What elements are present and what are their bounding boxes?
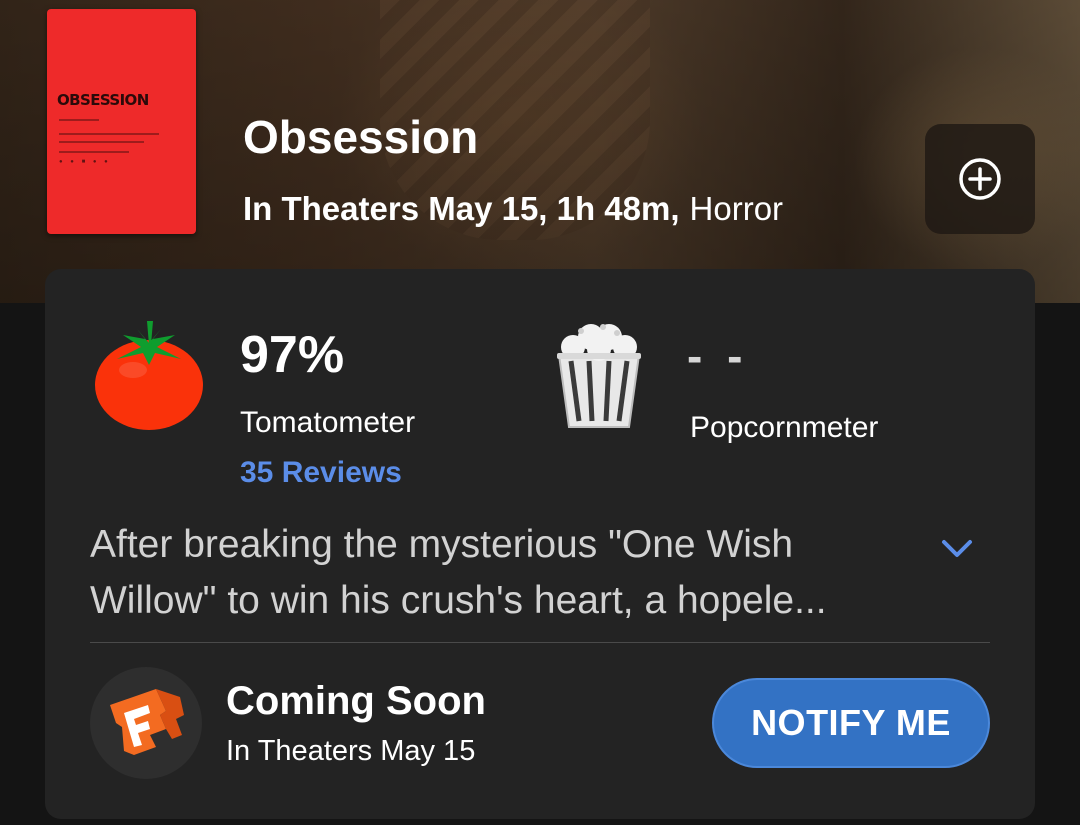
synopsis-text[interactable]: After breaking the mysterious "One Wish … — [90, 517, 900, 629]
notify-me-button[interactable]: NOTIFY ME — [712, 678, 990, 768]
fandango-icon — [110, 689, 184, 755]
score-card: 97% Tomatometer 35 Reviews - - Popcornme… — [45, 269, 1035, 819]
expand-synopsis-button[interactable] — [935, 531, 979, 565]
coming-soon-title: Coming Soon — [226, 679, 486, 723]
chevron-down-icon — [942, 540, 972, 557]
reviews-link[interactable]: 35 Reviews — [240, 456, 402, 490]
divider — [90, 642, 990, 643]
release-info: In Theaters May 15, 1h 48m, — [243, 190, 680, 227]
theater-date: In Theaters May 15 — [226, 735, 476, 767]
add-to-watchlist-button[interactable] — [925, 124, 1035, 234]
popcorn-icon — [557, 324, 641, 428]
tomatometer-score: 97% — [240, 326, 345, 384]
synopsis-line: After breaking the mysterious "One Wish — [90, 523, 794, 566]
tomato-icon — [95, 321, 203, 430]
fandango-logo — [90, 667, 202, 779]
synopsis-line: Willow" to win his crush's heart, a hope… — [90, 579, 827, 622]
movie-poster[interactable]: OBSESSION ● ● ■ ● ● — [47, 9, 196, 234]
movie-title: Obsession — [243, 111, 479, 163]
plus-circle-icon — [959, 158, 1001, 200]
poster-title: OBSESSION — [57, 91, 149, 109]
popcornmeter-label: Popcornmeter — [690, 411, 879, 444]
genre: Horror — [689, 190, 784, 227]
movie-meta: In Theaters May 15, 1h 48m, Horror — [243, 190, 783, 228]
movie-detail-screen: OBSESSION ● ● ■ ● ● Obsession In Theater… — [0, 0, 1080, 825]
tomatometer-label: Tomatometer — [240, 406, 416, 439]
popcornmeter-score: - - — [687, 330, 749, 382]
